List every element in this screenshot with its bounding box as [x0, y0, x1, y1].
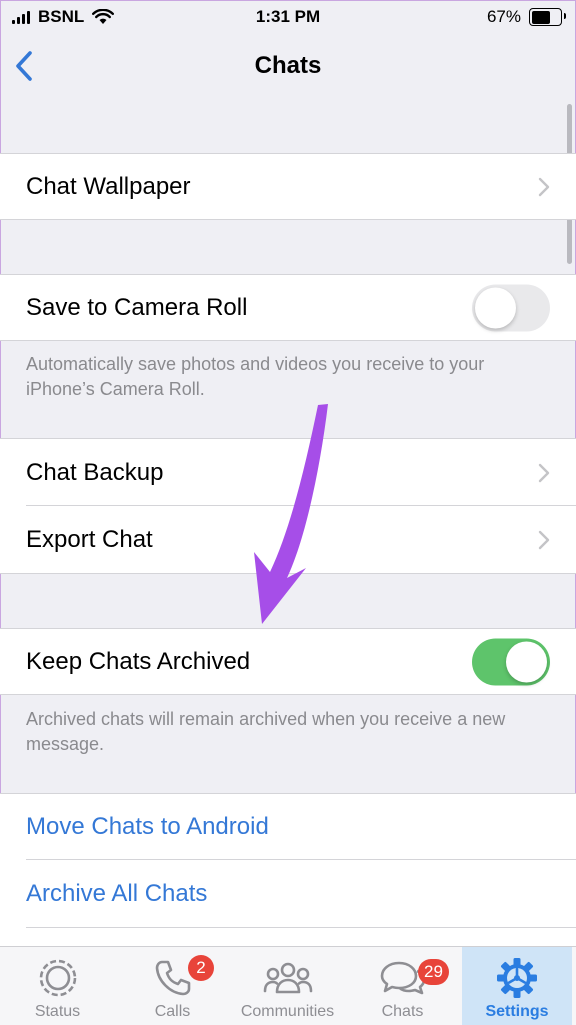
- keep-chats-archived-label: Keep Chats Archived: [26, 647, 251, 675]
- keep-chats-archived-footer: Archived chats will remain archived when…: [26, 709, 506, 754]
- tab-chats-label: Chats: [381, 1003, 424, 1020]
- row-divider: [26, 927, 576, 928]
- status-bar: BSNL 1:31 PM 67%: [0, 0, 576, 34]
- chat-backup-label: Chat Backup: [26, 458, 164, 486]
- chat-wallpaper-row[interactable]: Chat Wallpaper: [0, 153, 576, 220]
- export-chat-label: Export Chat: [26, 525, 153, 553]
- settings-gear-icon: [497, 958, 537, 998]
- phone-icon: [155, 960, 190, 996]
- save-to-camera-roll-label: Save to Camera Roll: [26, 293, 248, 321]
- tab-bar: Status 2 Calls Communities 29 Chats Sett…: [0, 946, 576, 1025]
- move-chats-to-android-label: Move Chats to Android: [26, 813, 269, 840]
- chats-badge: 29: [418, 959, 449, 985]
- status-right: 67%: [486, 7, 566, 27]
- tab-communities[interactable]: Communities: [230, 947, 345, 1025]
- battery-icon: [529, 8, 566, 26]
- export-chat-row[interactable]: Export Chat: [0, 506, 576, 574]
- tab-settings-label: Settings: [485, 1003, 549, 1020]
- tab-calls-label: Calls: [154, 1003, 191, 1020]
- tab-chats[interactable]: 29 Chats: [345, 947, 460, 1025]
- chevron-right-icon: [538, 463, 550, 482]
- tab-status-label: Status: [34, 1003, 81, 1020]
- save-to-camera-roll-footer: Automatically save photos and videos you…: [26, 354, 485, 399]
- calls-badge: 2: [188, 955, 214, 981]
- chevron-right-icon: [538, 530, 550, 549]
- save-to-camera-roll-toggle[interactable]: [472, 284, 550, 331]
- archive-all-chats-label: Archive All Chats: [26, 880, 208, 907]
- keep-chats-archived-toggle[interactable]: [472, 638, 550, 685]
- chat-wallpaper-label: Chat Wallpaper: [26, 172, 191, 200]
- navigation-bar: Chats: [0, 34, 576, 98]
- tab-settings[interactable]: Settings: [462, 947, 572, 1025]
- chevron-right-icon: [538, 177, 550, 196]
- communities-icon: [263, 962, 312, 994]
- battery-percent: 67%: [486, 7, 521, 26]
- page-title: Chats: [254, 52, 322, 79]
- tab-status[interactable]: Status: [0, 947, 115, 1025]
- save-to-camera-roll-row: Save to Camera Roll: [0, 274, 576, 341]
- tab-communities-label: Communities: [240, 1003, 335, 1020]
- chat-backup-row[interactable]: Chat Backup: [0, 438, 576, 506]
- move-chats-to-android-row[interactable]: Move Chats to Android: [0, 793, 576, 860]
- archive-all-chats-row[interactable]: Archive All Chats: [0, 860, 576, 946]
- tab-calls[interactable]: 2 Calls: [115, 947, 230, 1025]
- status-icon: [39, 959, 76, 997]
- keep-chats-archived-row: Keep Chats Archived: [0, 628, 576, 695]
